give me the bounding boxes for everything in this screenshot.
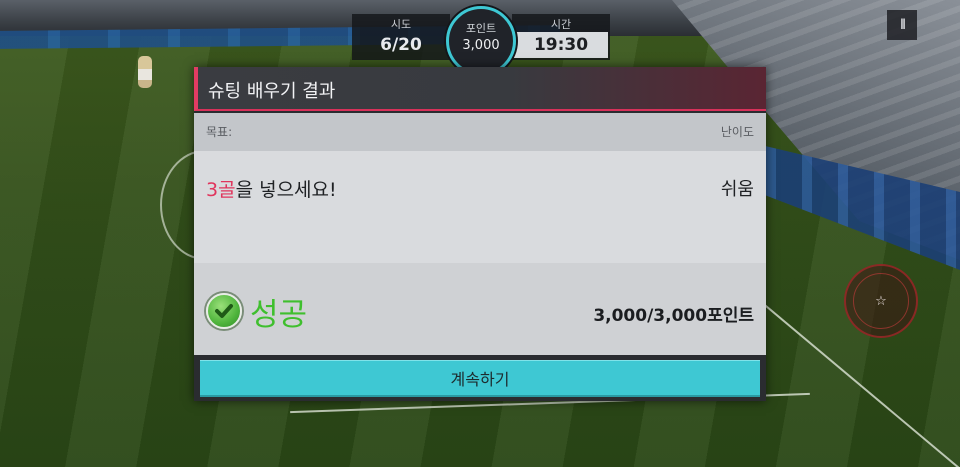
- points-label: 포인트: [465, 22, 497, 35]
- pause-icon: II: [899, 17, 906, 33]
- goal-rest: 을 넣으세요!: [235, 179, 337, 201]
- attempts-panel: 시도 6/20: [352, 14, 450, 60]
- goal-label: 목표:: [206, 125, 233, 139]
- info-bar: 목표: 난이도: [194, 113, 766, 151]
- difficulty-label: 난이도: [720, 125, 754, 139]
- time-panel: 시간 19:30: [512, 14, 610, 60]
- star-icon: ☆: [875, 293, 887, 309]
- goal-text: 3골을 넣으세요!: [206, 175, 337, 202]
- joystick-knob[interactable]: ☆: [853, 273, 909, 329]
- attempts-label: 시도: [390, 18, 412, 31]
- points-badge: 포인트 3,000: [446, 6, 516, 76]
- match-hud: 시도 6/20 시간 19:30 포인트 3,000: [352, 6, 610, 76]
- time-label: 시간: [550, 18, 572, 31]
- player-figure: [138, 56, 152, 88]
- check-icon: [206, 293, 242, 329]
- goal-area: 3골을 넣으세요! 쉬움: [194, 151, 766, 263]
- pause-button[interactable]: II: [887, 10, 917, 40]
- dialog-title: 슈팅 배우기 결과: [208, 81, 336, 102]
- difficulty-value: 쉬움: [720, 179, 754, 200]
- points-value: 3,000: [462, 38, 500, 53]
- attempts-value: 6/20: [380, 35, 422, 55]
- continue-button[interactable]: 계속하기: [200, 360, 760, 395]
- joystick[interactable]: ☆: [844, 264, 918, 338]
- score-text: 3,000/3,000포인트: [593, 306, 754, 326]
- goal-highlight: 3골: [206, 179, 236, 201]
- dialog-header: 슈팅 배우기 결과: [194, 67, 766, 111]
- result-text: 성공: [250, 297, 308, 333]
- result-dialog: 슈팅 배우기 결과 목표: 난이도 3골을 넣으세요! 쉬움 성공 3,000/…: [194, 67, 766, 401]
- result-area: 성공 3,000/3,000포인트: [194, 263, 766, 355]
- time-value: 19:30: [514, 32, 608, 58]
